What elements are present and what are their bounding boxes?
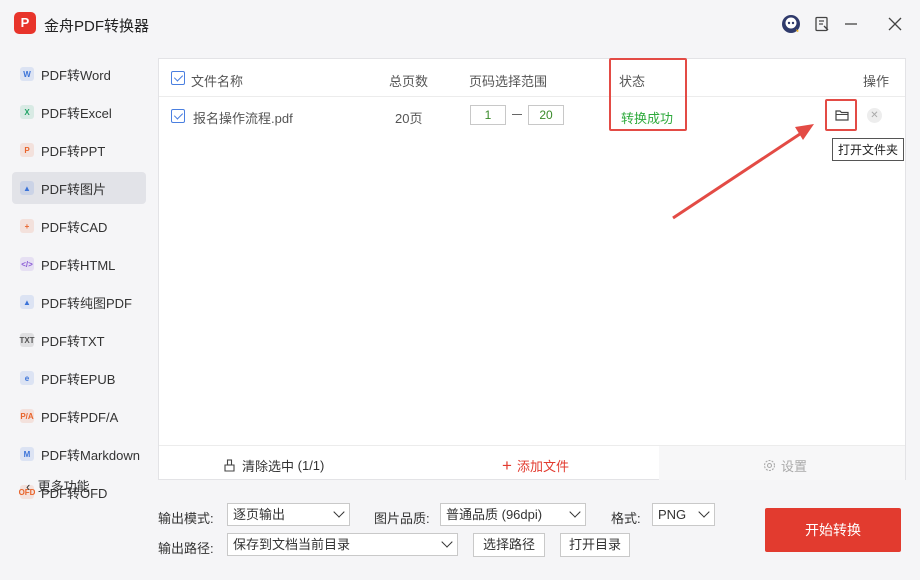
more-features-link[interactable]: ‹ 更多功能 [26,476,90,495]
open-directory-button[interactable]: 打开目录 [560,533,630,557]
header-page-range: 页码选择范围 [469,74,548,89]
sidebar-item-6[interactable]: ▲ PDF转纯图PDF [12,286,146,318]
sidebar-item-label: PDF转PDF/A [41,409,119,425]
chevron-down-icon [698,506,710,518]
range-start-input[interactable]: 1 [470,105,506,125]
table-row: 报名操作流程.pdf 20页 1 20 转换成功 [159,97,905,135]
sidebar-item-label: PDF转Markdown [41,447,140,463]
remove-file-button[interactable]: ✕ [867,108,882,123]
sidebar-item-label: PDF转Excel [41,105,112,121]
sidebar-item-label: PDF转PPT [41,143,106,159]
sidebar-item-7[interactable]: TXT PDF转TXT [12,324,146,356]
sidebar-item-9[interactable]: P/A PDF转PDF/A [12,400,146,432]
settings-button[interactable]: 设置 [763,456,807,475]
range-dash [512,114,522,115]
range-end-input[interactable]: 20 [528,105,564,125]
image-quality-label: 图片品质: [374,511,430,526]
sidebar-item-label: PDF转纯图PDF [41,295,133,311]
txt-icon: TXT [19,333,35,347]
user-avatar-icon[interactable] [781,14,801,34]
sidebar-item-label: PDF转Word [41,67,111,83]
choose-path-button[interactable]: 选择路径 [473,533,545,557]
pdfa-icon: P/A [20,409,34,423]
feedback-icon[interactable] [812,14,832,34]
sidebar-item-label: PDF转图片 [41,181,107,197]
chevron-down-icon [569,506,581,518]
output-mode-select[interactable]: 逐页输出 [227,503,350,526]
title-bar: P 金舟PDF转换器 [0,0,920,48]
minimize-icon[interactable] [841,14,861,34]
header-file-name: 文件名称 [191,74,244,89]
status-highlight-box [609,58,687,131]
app-logo: P [14,12,36,34]
open-folder-button[interactable] [827,101,857,129]
sidebar-item-label: PDF转HTML [41,257,116,273]
format-label: 格式: [611,511,641,526]
plus-icon: + [502,456,512,475]
sidebar-item-label: PDF转TXT [41,333,105,349]
folder-icon [835,110,849,121]
sidebar-item-0[interactable]: W PDF转Word [12,58,146,90]
select-all-checkbox[interactable] [171,71,185,85]
file-name: 报名操作流程.pdf [193,111,293,126]
image-icon: ▲ [20,181,34,195]
sidebar-item-label: PDF转EPUB [41,371,116,387]
clear-selected-button[interactable]: 清除选中 (1/1) [223,456,324,475]
output-mode-label: 输出模式: [158,511,214,526]
add-file-button[interactable]: + 添加文件 [502,456,569,475]
word-icon: W [20,67,34,81]
excel-icon: X [20,105,34,119]
header-total-pages: 总页数 [389,74,429,89]
brush-icon [224,459,235,472]
cad-icon: + [20,219,34,233]
sidebar-item-label: PDF转CAD [41,219,108,235]
sidebar-item-4[interactable]: + PDF转CAD [12,210,146,242]
epub-icon: e [20,371,34,385]
file-list-panel: 文件名称 总页数 页码选择范围 状态 操作 报名操作流程.pdf 20页 1 2… [158,58,906,480]
chevron-down-icon [333,506,345,518]
start-convert-button[interactable]: 开始转换 [765,508,901,552]
sidebar-item-1[interactable]: X PDF转Excel [12,96,146,128]
chevron-down-icon [441,536,453,548]
sidebar-item-10[interactable]: M PDF转Markdown [12,438,146,470]
output-path-select[interactable]: 保存到文档当前目录 [227,533,458,556]
markdown-icon: M [20,447,34,461]
html-icon: </> [20,257,34,271]
sidebar-item-3[interactable]: ▲ PDF转图片 [12,172,146,204]
header-actions: 操作 [863,74,890,89]
gear-icon [763,459,776,472]
sidebar-item-5[interactable]: </> PDF转HTML [12,248,146,280]
row-checkbox[interactable] [171,109,185,123]
page-count: 20页 [395,111,423,126]
table-header: 文件名称 总页数 页码选择范围 状态 操作 [159,59,905,97]
close-icon[interactable] [885,14,905,34]
chevron-left-icon: ‹ [26,479,31,494]
app-title: 金舟PDF转换器 [44,18,150,35]
tooltip-open-folder: 打开文件夹 [832,138,905,161]
close-icon: ✕ [870,110,879,121]
pure-image-pdf-icon: ▲ [20,295,34,309]
file-actions-bar: 清除选中 (1/1) + 添加文件 设置 [159,445,905,480]
format-select[interactable]: PNG [652,503,715,526]
ppt-icon: P [20,143,34,157]
image-quality-select[interactable]: 普通品质 (96dpi) [440,503,586,526]
settings-area: 设置 [659,446,905,480]
sidebar-item-2[interactable]: P PDF转PPT [12,134,146,166]
sidebar-item-8[interactable]: e PDF转EPUB [12,362,146,394]
output-path-label: 输出路径: [158,541,214,556]
